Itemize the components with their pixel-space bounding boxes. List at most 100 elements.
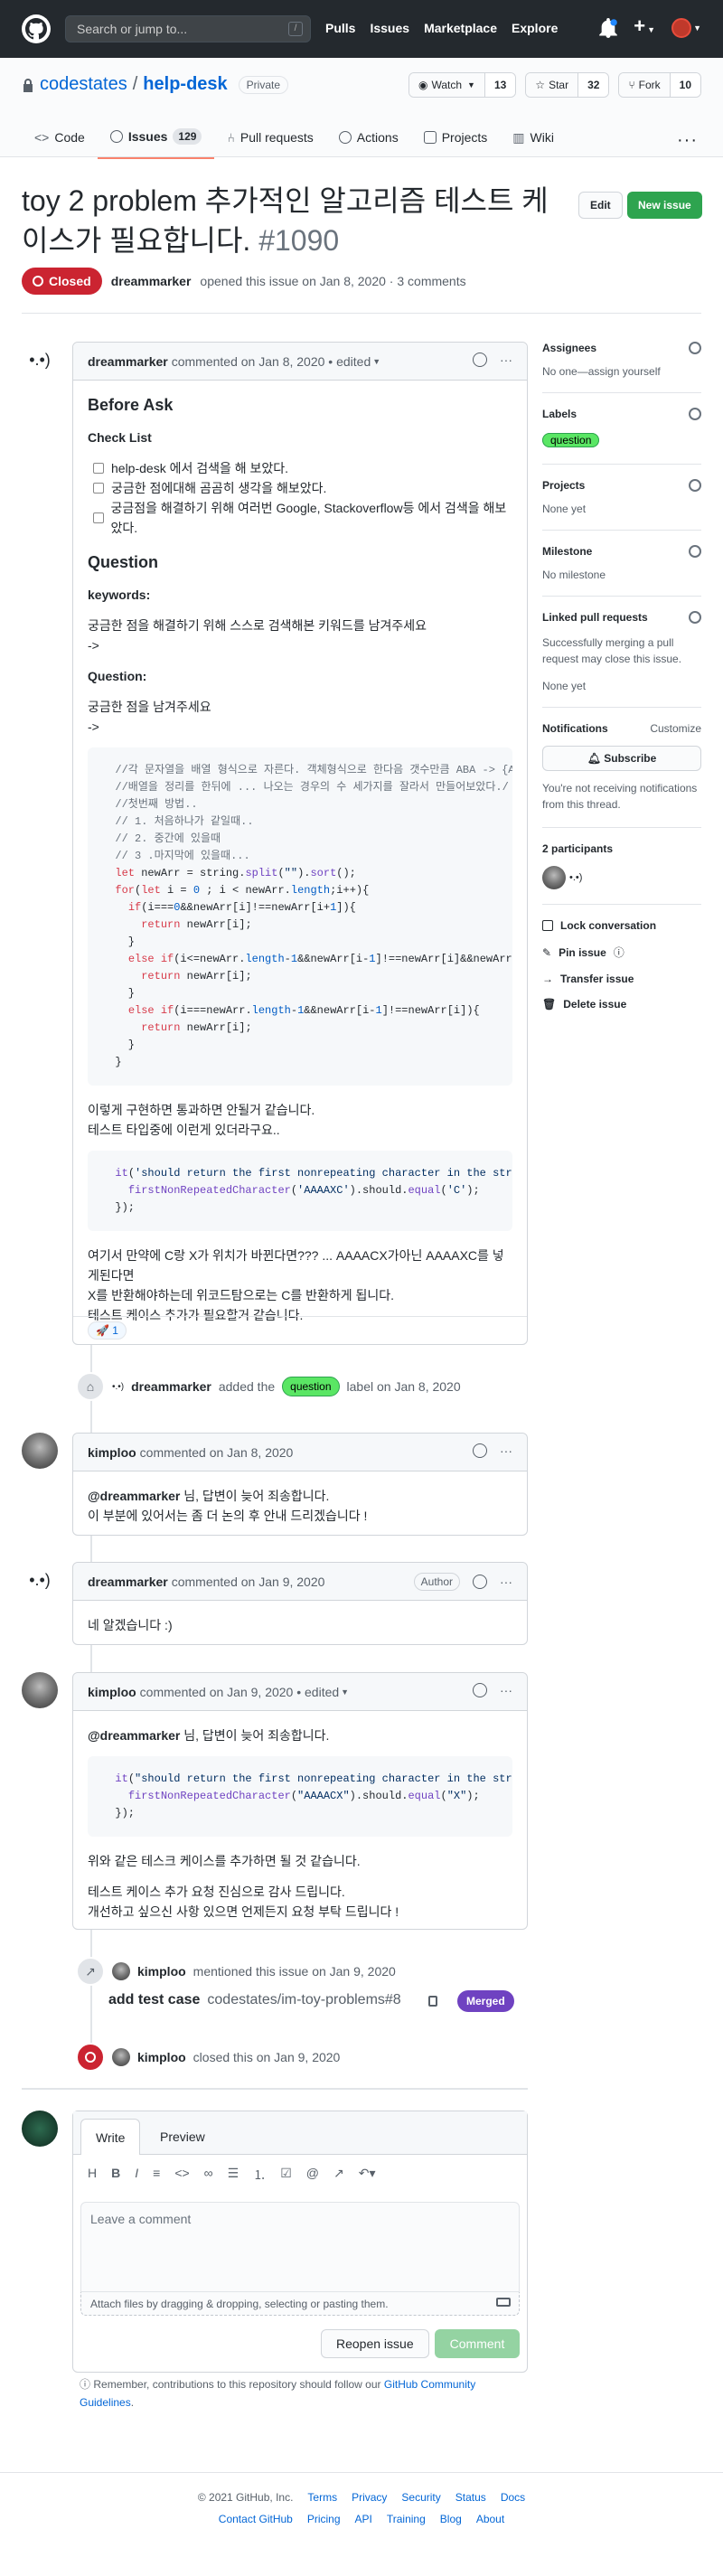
star-count[interactable]: 32 xyxy=(577,73,609,97)
assignees-value[interactable]: No one—assign yourself xyxy=(542,365,701,378)
sidebar-heading[interactable]: Labels xyxy=(542,408,701,420)
tab-actions[interactable]: Actions xyxy=(326,118,411,159)
github-logo-icon[interactable] xyxy=(22,14,51,43)
comment-author[interactable]: kimploo xyxy=(88,1685,136,1699)
quote-icon[interactable]: ≡ xyxy=(153,2166,160,2184)
sidebar-heading[interactable]: Milestone xyxy=(542,545,701,558)
user-mention[interactable]: @dreammarker xyxy=(88,1489,180,1503)
tab-pull-requests[interactable]: ⑃ Pull requests xyxy=(214,118,325,159)
new-issue-button[interactable]: New issue xyxy=(627,192,702,219)
user-mention[interactable]: @dreammarker xyxy=(88,1728,180,1743)
sidebar-heading[interactable]: Assignees xyxy=(542,342,701,354)
issue-author[interactable]: dreammarker xyxy=(111,274,192,288)
footer-link[interactable]: Status xyxy=(455,2491,486,2504)
tab-preview[interactable]: Preview xyxy=(146,2119,220,2155)
numbered-list-icon[interactable]: ⒈ xyxy=(253,2166,266,2184)
checkbox[interactable] xyxy=(93,463,104,474)
subscribe-button[interactable]: 🔔︎ Subscribe xyxy=(542,746,701,771)
tab-wiki[interactable]: ▥ Wiki xyxy=(500,118,567,159)
footer-link[interactable]: Docs xyxy=(501,2491,525,2504)
event-actor[interactable]: kimploo xyxy=(137,1964,186,1979)
footer-link[interactable]: Security xyxy=(401,2491,440,2504)
comment-author[interactable]: dreammarker xyxy=(88,1575,168,1589)
label-question[interactable]: question xyxy=(542,433,600,447)
smiley-icon[interactable] xyxy=(473,1443,487,1458)
create-new-icon[interactable]: + ▼ xyxy=(634,16,655,40)
rocket-reaction[interactable]: 🚀 1 xyxy=(88,1321,127,1340)
link-icon[interactable]: ∞ xyxy=(204,2166,213,2184)
reopen-issue-button[interactable]: Reopen issue xyxy=(321,2329,429,2358)
customize-link[interactable]: Customize xyxy=(650,722,701,735)
fork-button[interactable]: ⑂ Fork 10 xyxy=(618,72,701,98)
label-question[interactable]: question xyxy=(282,1377,340,1396)
gear-icon[interactable] xyxy=(689,342,701,354)
xref-repo[interactable]: codestates/im-toy-problems#8 xyxy=(207,1992,400,2008)
footer-link[interactable]: Terms xyxy=(307,2491,337,2504)
code-icon[interactable]: <> xyxy=(174,2166,189,2184)
footer-link[interactable]: About xyxy=(476,2513,504,2525)
event-actor[interactable]: kimploo xyxy=(137,2050,186,2064)
nav-pulls[interactable]: Pulls xyxy=(325,21,355,35)
markdown-icon[interactable] xyxy=(496,2298,511,2307)
footer-link[interactable]: Blog xyxy=(440,2513,462,2525)
current-user-avatar[interactable] xyxy=(22,2111,58,2147)
edit-title-button[interactable]: Edit xyxy=(578,192,623,219)
bullet-list-icon[interactable]: ☰ xyxy=(228,2166,239,2184)
tab-projects[interactable]: Projects xyxy=(411,118,501,159)
kebab-icon[interactable]: ··· xyxy=(500,1683,512,1697)
sidebar-heading[interactable]: Projects xyxy=(542,479,701,492)
sidebar-heading[interactable]: Linked pull requests xyxy=(542,611,701,624)
avatar[interactable] xyxy=(22,1672,58,1708)
avatar[interactable]: •.•) xyxy=(22,1562,58,1598)
italic-icon[interactable]: I xyxy=(135,2166,138,2184)
heading-icon[interactable]: H xyxy=(88,2166,97,2184)
reference-icon[interactable]: ↗ xyxy=(333,2166,344,2184)
lock-conversation-action[interactable]: Lock conversation xyxy=(542,919,701,932)
avatar[interactable] xyxy=(542,866,566,889)
task-list-icon[interactable]: ☑ xyxy=(280,2166,292,2184)
mention-icon[interactable]: @ xyxy=(306,2166,319,2184)
more-tabs-icon[interactable]: ··· xyxy=(677,130,698,151)
smiley-icon[interactable] xyxy=(473,1683,487,1697)
smiley-icon[interactable] xyxy=(473,353,487,367)
xref-title[interactable]: add test case xyxy=(108,1992,200,2008)
comment-author[interactable]: dreammarker xyxy=(88,354,168,369)
nav-issues[interactable]: Issues xyxy=(370,21,409,35)
footer-link[interactable]: Contact GitHub xyxy=(219,2513,293,2525)
checkbox[interactable] xyxy=(93,483,104,494)
transfer-issue-action[interactable]: → Transfer issue xyxy=(542,973,701,985)
event-actor[interactable]: dreammarker xyxy=(131,1379,211,1394)
fork-count[interactable]: 10 xyxy=(669,73,700,97)
footer-link[interactable]: API xyxy=(355,2513,372,2525)
user-menu[interactable]: ▼ xyxy=(671,18,701,38)
pin-issue-action[interactable]: ✎ Pin issue ⓘ xyxy=(542,945,701,960)
search-input[interactable]: Search or jump to... / xyxy=(65,15,311,42)
avatar[interactable] xyxy=(22,1433,58,1469)
delete-issue-action[interactable]: 🗑︎ Delete issue xyxy=(542,998,701,1011)
reply-icon[interactable]: ↶▾ xyxy=(359,2166,376,2184)
chevron-down-icon[interactable]: ▼ xyxy=(372,357,380,366)
footer-link[interactable]: Pricing xyxy=(307,2513,341,2525)
tab-code[interactable]: <> Code xyxy=(22,118,98,159)
gear-icon[interactable] xyxy=(689,611,701,624)
gear-icon[interactable] xyxy=(689,479,701,492)
bold-icon[interactable]: B xyxy=(111,2166,120,2184)
attach-files-area[interactable]: Attach files by dragging & dropping, sel… xyxy=(80,2292,520,2316)
repo-owner-link[interactable]: codestates xyxy=(40,74,127,95)
kebab-icon[interactable]: ··· xyxy=(500,1575,512,1589)
avatar[interactable]: •.•) xyxy=(22,342,58,378)
repo-name-link[interactable]: help-desk xyxy=(143,74,227,95)
comment-button[interactable]: Comment xyxy=(435,2329,520,2358)
gear-icon[interactable] xyxy=(689,408,701,420)
kebab-icon[interactable]: ··· xyxy=(500,353,512,367)
footer-link[interactable]: Training xyxy=(387,2513,426,2525)
tab-issues[interactable]: Issues 129 xyxy=(97,118,215,159)
avatar[interactable]: •.•) xyxy=(569,866,593,889)
nav-explore[interactable]: Explore xyxy=(512,21,558,35)
star-button[interactable]: ☆ Star 32 xyxy=(525,72,610,98)
nav-marketplace[interactable]: Marketplace xyxy=(424,21,497,35)
comment-textarea[interactable]: Leave a comment xyxy=(80,2202,520,2292)
smiley-icon[interactable] xyxy=(473,1575,487,1589)
checkbox[interactable] xyxy=(93,512,104,523)
watch-button[interactable]: ◉ Watch ▼ 13 xyxy=(408,72,517,98)
